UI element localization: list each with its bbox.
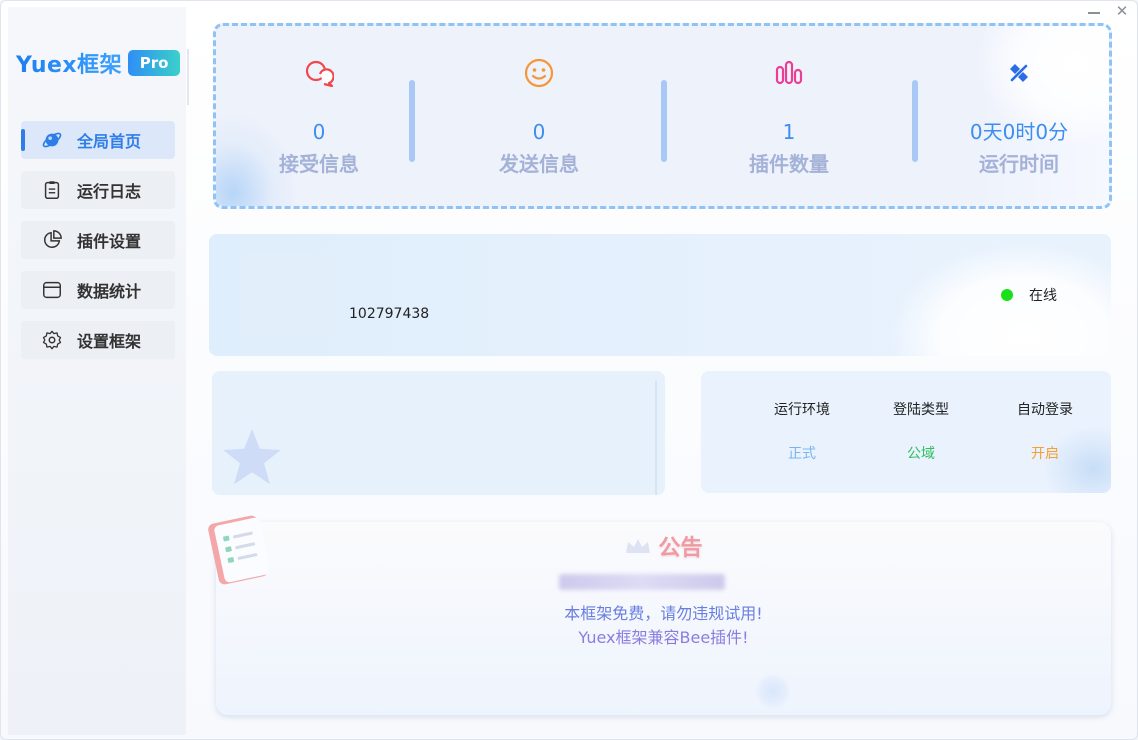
star-decoration <box>223 429 281 485</box>
redacted-text <box>559 574 725 590</box>
logo-divider <box>187 49 189 105</box>
stat-sent: 0 发送信息 <box>439 56 639 177</box>
sidebar-item-settings[interactable]: 设置框架 <box>21 321 175 359</box>
info-value: 公域 <box>907 446 935 462</box>
sidebar: Yuex框架 Pro 全局首页 运行日志 插件设置 数据统计 设置框架 <box>8 7 189 735</box>
stat-plugins: 1 插件数量 <box>689 56 889 177</box>
status-indicator: 在线 <box>1001 285 1057 305</box>
brand-logo: Yuex框架 Pro <box>16 47 181 79</box>
satellite-icon <box>919 56 1109 90</box>
config-card: 运行环境 正式 登陆类型 公域 自动登录 开启 <box>701 371 1111 493</box>
stat-separator <box>912 80 918 162</box>
stats-panel: 0 接受信息 0 发送信息 1 插件数量 0天0时0分 运行时间 <box>213 23 1112 209</box>
info-label: 自动登录 <box>1017 402 1073 418</box>
pie-icon <box>41 229 63 251</box>
stat-received: 0 接受信息 <box>219 56 419 177</box>
sidebar-item-label: 设置框架 <box>77 332 142 351</box>
account-id: 102797438 <box>349 306 430 322</box>
minimize-button[interactable] <box>1087 4 1101 18</box>
sidebar-item-plugins[interactable]: 插件设置 <box>21 221 175 259</box>
brand-name: Yuex框架 <box>16 47 122 79</box>
smiley-icon <box>439 56 639 90</box>
brand-badge: Pro <box>128 50 181 76</box>
sidebar-item-home[interactable]: 全局首页 <box>21 121 175 159</box>
sidebar-nav: 全局首页 运行日志 插件设置 数据统计 设置框架 <box>21 121 175 371</box>
status-dot <box>1001 289 1013 301</box>
gear-icon <box>41 329 63 351</box>
info-label: 运行环境 <box>774 402 830 418</box>
clipboard-icon <box>41 179 63 201</box>
announcement-header: 公告 <box>216 530 1111 562</box>
account-card: 102797438 在线 <box>209 234 1111 356</box>
stat-label: 发送信息 <box>499 152 579 176</box>
stat-value: 1 <box>782 120 796 144</box>
sidebar-item-stats[interactable]: 数据统计 <box>21 271 175 309</box>
announcement-card: 公告 本框架免费，请勿违规试用! Yuex框架兼容Bee插件! <box>216 522 1111 715</box>
stat-value: 0 <box>312 120 326 144</box>
info-environment: 运行环境 正式 <box>752 399 852 463</box>
sidebar-item-label: 数据统计 <box>77 282 142 301</box>
sidebar-item-label: 运行日志 <box>77 182 142 201</box>
info-card-left <box>212 371 665 495</box>
stat-uptime: 0天0时0分 运行时间 <box>919 56 1109 177</box>
stat-label: 插件数量 <box>749 152 829 176</box>
crown-icon <box>626 539 651 553</box>
stat-value: 0天0时0分 <box>969 120 1069 144</box>
info-label: 登陆类型 <box>893 402 949 418</box>
announcement-line: Yuex框架兼容Bee插件! <box>578 628 749 647</box>
stat-separator <box>409 80 415 162</box>
info-value: 开启 <box>1031 446 1059 462</box>
stat-label: 接受信息 <box>279 152 359 176</box>
notepad-icon <box>208 515 270 585</box>
bars-icon <box>689 56 889 90</box>
close-button[interactable]: ✕ <box>1115 4 1129 19</box>
info-auto-login: 自动登录 开启 <box>995 399 1095 463</box>
stat-separator <box>661 80 667 162</box>
sidebar-item-label: 插件设置 <box>77 232 142 251</box>
window-icon <box>41 279 63 301</box>
info-login-type: 登陆类型 公域 <box>871 399 971 463</box>
avatar <box>241 254 333 336</box>
stat-label: 运行时间 <box>979 152 1059 176</box>
info-value: 正式 <box>788 446 816 462</box>
scrollbar[interactable] <box>655 381 657 495</box>
sidebar-item-label: 全局首页 <box>77 132 142 151</box>
app-window: ✕ Yuex框架 Pro 全局首页 运行日志 插件设置 数据统计 设置框架 0 … <box>0 0 1138 740</box>
announcement-title: 公告 <box>658 536 703 561</box>
status-label: 在线 <box>1029 288 1057 304</box>
window-controls: ✕ <box>1087 4 1129 19</box>
stat-value: 0 <box>532 120 546 144</box>
heart-decoration <box>756 674 790 708</box>
announcement-line: 本框架免费，请勿违规试用! <box>564 604 763 623</box>
sidebar-item-logs[interactable]: 运行日志 <box>21 171 175 209</box>
planet-icon <box>41 129 63 151</box>
chat-bubbles-icon <box>219 56 419 90</box>
